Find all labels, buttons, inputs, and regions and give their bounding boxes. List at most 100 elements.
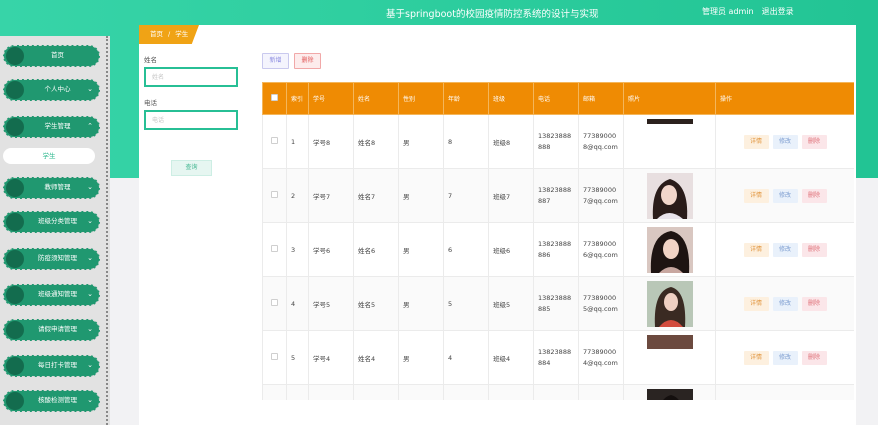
cell-student-no: 学号5: [308, 276, 354, 331]
cell-index: 6: [286, 384, 309, 400]
detail-button[interactable]: 详情: [743, 134, 769, 149]
edit-button[interactable]: 修改: [772, 296, 798, 311]
student-photo[interactable]: [646, 280, 693, 327]
cell-actions: 详情修改删除: [715, 222, 854, 277]
breadcrumb-current: 学生: [175, 30, 189, 38]
detail-button[interactable]: 详情: [743, 188, 769, 203]
chevron-down-icon: ⌄: [87, 85, 93, 93]
logout-link[interactable]: 退出登录: [762, 7, 794, 16]
row-checkbox[interactable]: [271, 353, 278, 360]
sidebar-item-daily-checkin[interactable]: 每日打卡管理 ⌄: [3, 355, 100, 377]
add-button[interactable]: 新增: [262, 53, 289, 69]
detail-button[interactable]: 详情: [743, 296, 769, 311]
edit-button[interactable]: 修改: [772, 242, 798, 257]
cell-actions: 详情修改删除: [715, 168, 854, 223]
row-checkbox[interactable]: [271, 137, 278, 144]
sidebar-item-leave-request[interactable]: 请假申请管理 ⌄: [3, 319, 100, 341]
name-search-input[interactable]: [144, 67, 238, 87]
row-select-cell[interactable]: [262, 276, 287, 331]
column-header-student-no: 学号: [308, 82, 354, 115]
cell-email: 773890004@qq.com: [578, 330, 624, 385]
row-checkbox[interactable]: [271, 191, 278, 198]
table-row[interactable]: 3 学号6 姓名6 男 6 班级6 13823888886 773890006@…: [262, 222, 854, 277]
edit-button[interactable]: 修改: [772, 350, 798, 365]
cell-phone: 13823888885: [533, 276, 579, 331]
cell-class: 班级3: [488, 384, 534, 400]
table-row[interactable]: 6 学号3 姓名3 男 3 班级3 13823888883 773890003@…: [262, 384, 854, 400]
chevron-down-icon: ⌄: [87, 361, 93, 369]
sidebar-subitem-student[interactable]: 学生: [3, 148, 95, 164]
row-select-cell[interactable]: [262, 330, 287, 385]
cell-class: 班级6: [488, 222, 534, 277]
table-row[interactable]: 1 学号8 姓名8 男 8 班级8 13823888888 773890008@…: [262, 114, 854, 169]
breadcrumb-home[interactable]: 首页: [150, 30, 163, 38]
student-photo[interactable]: [646, 118, 693, 165]
sidebar-item-class-category[interactable]: 班级分类管理 ⌄: [3, 211, 100, 233]
cell-photo: [623, 114, 716, 169]
row-select-cell[interactable]: [262, 222, 287, 277]
sidebar-item-class-notice[interactable]: 班级通知管理 ⌄: [3, 284, 100, 306]
cell-email: 773890007@qq.com: [578, 168, 624, 223]
student-photo[interactable]: [646, 334, 693, 381]
row-checkbox[interactable]: [271, 299, 278, 306]
student-photo[interactable]: [646, 388, 693, 400]
row-checkbox[interactable]: [271, 245, 278, 252]
delete-button[interactable]: 删除: [801, 242, 827, 257]
cell-index: 3: [286, 222, 309, 277]
chevron-down-icon: ⌄: [87, 254, 93, 262]
sidebar-item-teacher-management[interactable]: 教师管理 ⌄: [3, 177, 100, 199]
select-all-checkbox[interactable]: [271, 94, 278, 101]
search-button[interactable]: 查询: [171, 160, 212, 176]
table-row[interactable]: 4 学号5 姓名5 男 5 班级5 13823888885 773890005@…: [262, 276, 854, 331]
row-select-cell[interactable]: [262, 384, 287, 400]
sidebar-item-home[interactable]: 首页: [3, 45, 100, 67]
detail-button[interactable]: 详情: [743, 242, 769, 257]
sidebar-item-student-management[interactable]: 学生管理 ⌃: [3, 116, 100, 138]
cell-actions: 详情修改删除: [715, 384, 854, 400]
table-row[interactable]: 2 学号7 姓名7 男 7 班级7 13823888887 773890007@…: [262, 168, 854, 223]
delete-button[interactable]: 删除: [801, 296, 827, 311]
delete-button[interactable]: 删除: [801, 188, 827, 203]
column-header-phone: 电话: [533, 82, 579, 115]
row-select-cell[interactable]: [262, 114, 287, 169]
sidebar-item-nucleic-test[interactable]: 核酸检测管理 ⌄: [3, 390, 100, 412]
main-content: 首页 / 学生 姓名 电话 查询 新增 删除 索引 学号 姓名 性别 年龄 班级: [139, 25, 856, 425]
cell-phone: 13823888884: [533, 330, 579, 385]
batch-delete-button[interactable]: 删除: [294, 53, 321, 69]
chevron-down-icon: ⌄: [87, 217, 93, 225]
cell-gender: 男: [398, 276, 444, 331]
cell-index: 4: [286, 276, 309, 331]
student-photo[interactable]: [646, 172, 693, 219]
cell-actions: 详情修改删除: [715, 330, 854, 385]
table-row[interactable]: 5 学号4 姓名4 男 4 班级4 13823888884 773890004@…: [262, 330, 854, 385]
cell-index: 5: [286, 330, 309, 385]
cell-name: 姓名3: [353, 384, 399, 400]
sidebar-item-label: 防疫须知管理: [38, 254, 77, 262]
sidebar-item-label: 每日打卡管理: [38, 361, 77, 369]
sidebar-item-label: 个人中心: [44, 85, 71, 93]
sidebar-item-epidemic-notice[interactable]: 防疫须知管理 ⌄: [3, 248, 100, 270]
row-select-cell[interactable]: [262, 168, 287, 223]
sidebar-item-label: 学生管理: [44, 122, 71, 130]
menu-dot-icon: [6, 118, 24, 136]
edit-button[interactable]: 修改: [772, 134, 798, 149]
cell-phone: 13823888886: [533, 222, 579, 277]
cell-name: 姓名6: [353, 222, 399, 277]
menu-dot-icon: [6, 357, 24, 375]
edit-button[interactable]: 修改: [772, 188, 798, 203]
select-all-header[interactable]: [262, 82, 287, 115]
menu-dot-icon: [6, 286, 24, 304]
student-photo[interactable]: [646, 226, 693, 273]
cell-gender: 男: [398, 384, 444, 400]
breadcrumb-separator: /: [168, 30, 171, 38]
detail-button[interactable]: 详情: [743, 350, 769, 365]
menu-dot-icon: [6, 179, 24, 197]
delete-button[interactable]: 删除: [801, 134, 827, 149]
phone-search-input[interactable]: [144, 110, 238, 130]
cell-photo: [623, 330, 716, 385]
sidebar-item-personal-center[interactable]: 个人中心 ⌄: [3, 79, 100, 101]
cell-phone: 13823888887: [533, 168, 579, 223]
cell-name: 姓名7: [353, 168, 399, 223]
cell-name: 姓名8: [353, 114, 399, 169]
delete-button[interactable]: 删除: [801, 350, 827, 365]
